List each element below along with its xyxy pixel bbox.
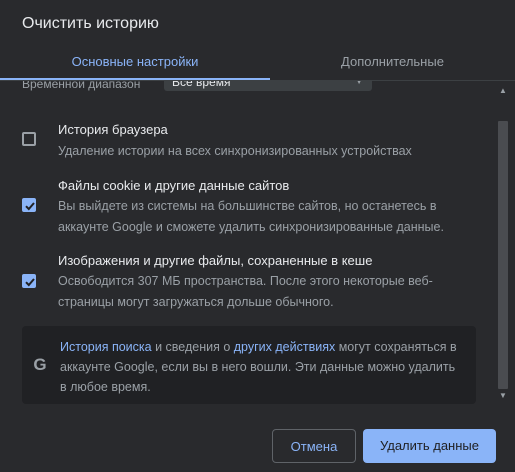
scroll-up-icon[interactable]: ▲ [496, 84, 510, 98]
tab-advanced-settings[interactable]: Дополнительные [270, 44, 515, 79]
other-activity-link[interactable]: других действиях [234, 340, 335, 354]
checkmark-icon [25, 278, 35, 287]
checkmark-icon [25, 202, 35, 211]
settings-scroll-area: Временной диапазон Все время ▼ История б… [0, 81, 515, 405]
cookies-title: Файлы cookie и другие данные сайтов [58, 178, 290, 193]
cache-checkbox[interactable] [22, 274, 36, 288]
list-item-browser-history[interactable]: История браузера Удаление истории на все… [0, 117, 490, 158]
cookies-description: Вы выйдете из системы на большинстве сай… [58, 199, 444, 234]
delete-data-button[interactable]: Удалить данные [363, 429, 496, 463]
dialog-title: Очистить историю [22, 15, 159, 32]
google-info-box: G История поиска и сведения о других дей… [22, 326, 476, 404]
tab-bar: Основные настройки Дополнительные [0, 44, 515, 81]
cache-description: Освободится 307 МБ пространства. После э… [58, 274, 433, 309]
list-item-cookies[interactable]: Файлы cookie и другие данные сайтов Вы в… [0, 173, 490, 237]
search-history-link[interactable]: История поиска [60, 340, 152, 354]
cancel-button[interactable]: Отмена [272, 429, 356, 463]
tab-basic-settings[interactable]: Основные настройки [0, 44, 270, 80]
google-icon: G [33, 355, 47, 374]
dialog-footer: Отмена Удалить данные [0, 405, 515, 472]
info-text: История поиска и сведения о других дейст… [60, 337, 460, 397]
cache-title: Изображения и другие файлы, сохраненные … [58, 253, 373, 268]
browser-history-description: Удаление истории на всех синхронизирован… [58, 144, 412, 158]
clear-history-dialog: Очистить историю Основные настройки Допо… [0, 0, 515, 472]
scroll-down-icon[interactable]: ▼ [496, 389, 510, 403]
time-range-select[interactable]: Все время ▼ [164, 81, 372, 91]
time-range-label: Временной диапазон [22, 81, 141, 91]
chevron-down-icon: ▼ [354, 81, 364, 87]
cookies-checkbox[interactable] [22, 198, 36, 212]
scroll-thumb[interactable] [498, 121, 508, 389]
info-text-part1: и сведения о [151, 340, 234, 354]
time-range-value: Все время [172, 81, 231, 89]
browser-history-checkbox[interactable] [22, 132, 36, 146]
scrollbar[interactable]: ▲ ▼ [496, 81, 510, 405]
browser-history-title: История браузера [58, 122, 168, 137]
list-item-cache[interactable]: Изображения и другие файлы, сохраненные … [0, 244, 490, 309]
